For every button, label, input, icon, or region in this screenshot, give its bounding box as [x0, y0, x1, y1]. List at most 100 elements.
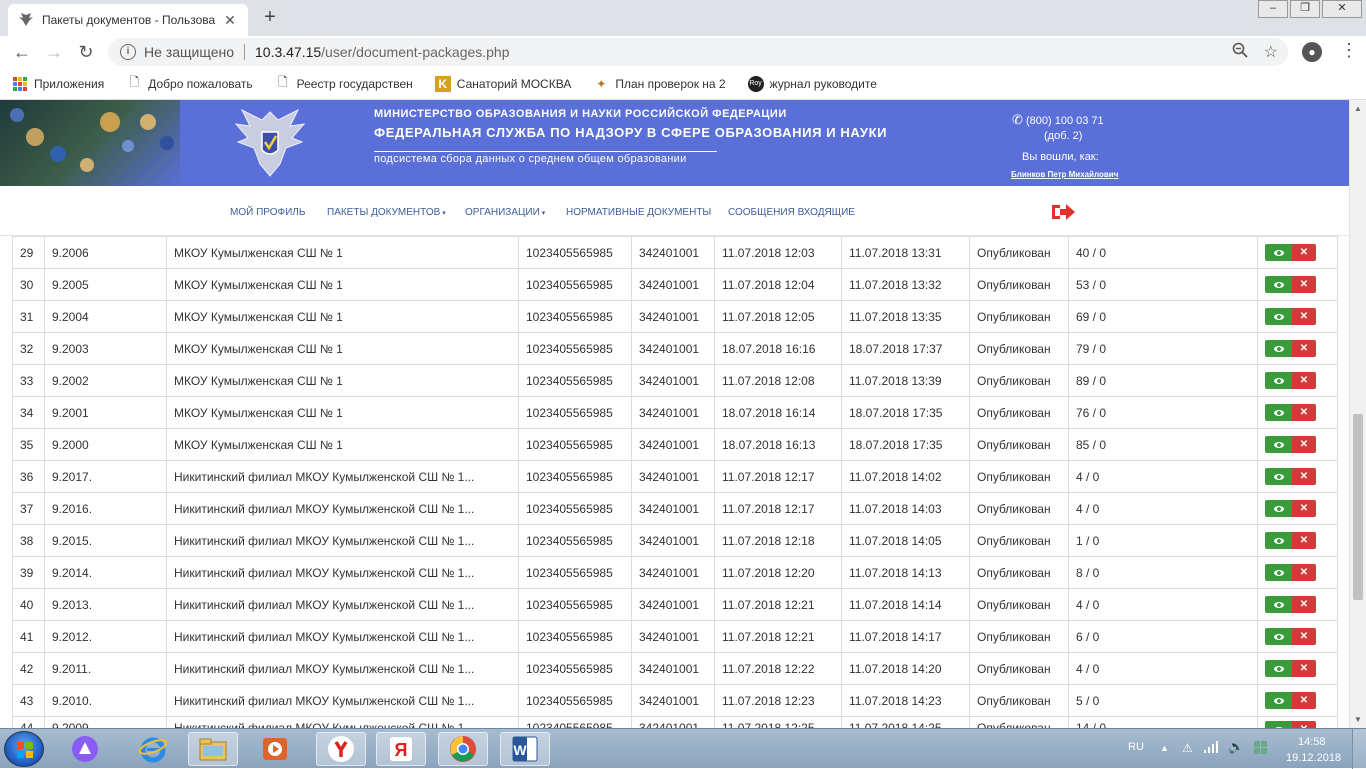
view-button[interactable]	[1265, 692, 1292, 709]
close-tab-icon[interactable]: ✕	[222, 12, 238, 29]
ogrn-cell: 1023405565985	[518, 364, 632, 397]
delete-button[interactable]: ✕	[1292, 308, 1316, 325]
view-button[interactable]	[1265, 500, 1292, 517]
view-button[interactable]	[1265, 436, 1292, 453]
ie-icon[interactable]	[128, 732, 178, 766]
nav-document-packages[interactable]: ПАКЕТЫ ДОКУМЕНТОВ ▾	[327, 207, 446, 218]
view-button[interactable]	[1265, 340, 1292, 357]
delete-button[interactable]: ✕	[1292, 532, 1316, 549]
media-icon[interactable]	[250, 732, 300, 766]
reload-button[interactable]: ↻	[70, 38, 102, 66]
action-group: ✕	[1265, 596, 1330, 613]
bookmark-welcome[interactable]: 🗋 Добро пожаловать	[126, 75, 252, 92]
scroll-down-icon[interactable]: ▼	[1354, 715, 1362, 724]
scroll-up-icon[interactable]: ▲	[1354, 104, 1362, 113]
delete-button[interactable]: ✕	[1292, 372, 1316, 389]
view-button[interactable]	[1265, 404, 1292, 421]
package-number-cell: 9.2017.	[44, 460, 167, 493]
ogrn-cell: 1023405565985	[518, 460, 632, 493]
delete-button[interactable]: ✕	[1292, 468, 1316, 485]
forward-button[interactable]: →	[38, 38, 70, 66]
minimize-button[interactable]: –	[1258, 0, 1288, 18]
explorer-icon[interactable]	[188, 732, 238, 766]
view-button[interactable]	[1265, 721, 1292, 728]
word-icon[interactable]: W	[500, 732, 550, 766]
back-button[interactable]: ←	[6, 38, 38, 66]
kpp-cell: 342401001	[631, 716, 715, 728]
ogrn-cell: 1023405565985	[518, 652, 632, 685]
view-button[interactable]	[1265, 628, 1292, 645]
view-button[interactable]	[1265, 276, 1292, 293]
status-cell: Опубликован	[969, 236, 1069, 269]
start-button[interactable]	[4, 731, 44, 767]
delete-button[interactable]: ✕	[1292, 340, 1316, 357]
status-cell: Опубликован	[969, 556, 1069, 589]
bookmark-plan[interactable]: ✦ План проверок на 2	[593, 76, 725, 92]
actions-cell: ✕	[1257, 652, 1338, 685]
view-button[interactable]	[1265, 468, 1292, 485]
view-button[interactable]	[1265, 596, 1292, 613]
page-scrollbar[interactable]: ▲ ▼	[1349, 100, 1366, 728]
flag-icon[interactable]	[1254, 741, 1268, 758]
delete-button[interactable]: ✕	[1292, 436, 1316, 453]
view-button[interactable]	[1265, 532, 1292, 549]
ogrn-cell: 1023405565985	[518, 684, 632, 717]
yandex-icon[interactable]: Я	[376, 732, 426, 766]
delete-button[interactable]: ✕	[1292, 276, 1316, 293]
network-error-icon[interactable]: ⚠	[1182, 741, 1193, 755]
actions-cell: ✕	[1257, 428, 1338, 461]
eye-icon	[1273, 281, 1284, 288]
bookmark-apps[interactable]: Приложения	[12, 76, 104, 92]
nav-incoming-messages[interactable]: СООБЩЕНИЯ ВХОДЯЩИЕ	[728, 207, 855, 218]
clock-date[interactable]: 19.12.2018	[1286, 752, 1341, 764]
delete-button[interactable]: ✕	[1292, 404, 1316, 421]
alice-icon[interactable]	[60, 732, 110, 766]
view-button[interactable]	[1265, 660, 1292, 677]
signal-icon[interactable]	[1204, 741, 1218, 756]
delete-button[interactable]: ✕	[1292, 500, 1316, 517]
zoom-icon[interactable]	[1232, 42, 1248, 63]
menu-icon[interactable]: ⋮	[1340, 40, 1358, 61]
row-number-cell: 33	[12, 364, 45, 397]
bookmark-sanatorium[interactable]: K Санаторий МОСКВА	[434, 75, 571, 92]
bookmark-star-icon[interactable]: ☆	[1264, 42, 1278, 63]
scrollbar-thumb[interactable]	[1353, 414, 1363, 600]
new-tab-button[interactable]: +	[258, 6, 282, 30]
nav-my-profile[interactable]: МОЙ ПРОФИЛЬ	[230, 207, 305, 218]
main-nav: МОЙ ПРОФИЛЬ ПАКЕТЫ ДОКУМЕНТОВ ▾ ОРГАНИЗА…	[0, 186, 1349, 236]
chrome-icon[interactable]	[438, 732, 488, 766]
view-button[interactable]	[1265, 308, 1292, 325]
browser-tab[interactable]: Пакеты документов - Пользова ✕	[8, 4, 248, 36]
organization-cell: МКОУ Кумылженская СШ № 1	[166, 268, 519, 301]
delete-button[interactable]: ✕	[1292, 721, 1316, 728]
info-icon[interactable]: i	[120, 44, 136, 60]
nav-organizations[interactable]: ОРГАНИЗАЦИИ ▾	[465, 207, 545, 218]
restore-button[interactable]: ❐	[1290, 0, 1320, 18]
tray-expand-icon[interactable]: ▲	[1160, 743, 1169, 753]
user-name-link[interactable]: Блинков Петр Михайлович	[1011, 170, 1118, 179]
delete-button[interactable]: ✕	[1292, 564, 1316, 581]
delete-button[interactable]: ✕	[1292, 596, 1316, 613]
delete-button[interactable]: ✕	[1292, 692, 1316, 709]
clock-time[interactable]: 14:58	[1298, 736, 1326, 748]
organization-cell: Никитинский филиал МКОУ Кумылженской СШ …	[166, 492, 519, 525]
eye-icon	[1273, 313, 1284, 320]
delete-button[interactable]: ✕	[1292, 628, 1316, 645]
phone-ext: (доб. 2)	[1044, 130, 1083, 142]
view-button[interactable]	[1265, 564, 1292, 581]
logout-icon[interactable]	[1050, 202, 1076, 222]
nav-normative-documents[interactable]: НОРМАТИВНЫЕ ДОКУМЕНТЫ	[566, 207, 711, 218]
show-desktop-button[interactable]	[1352, 729, 1366, 769]
delete-button[interactable]: ✕	[1292, 660, 1316, 677]
view-button[interactable]	[1265, 244, 1292, 261]
close-window-button[interactable]: ✕	[1322, 0, 1362, 18]
bookmark-journal[interactable]: Roy журнал руководите	[747, 75, 877, 92]
yandex-browser-icon[interactable]	[316, 732, 366, 766]
bookmark-registry[interactable]: 🗋 Реестр государствен	[275, 75, 413, 92]
delete-button[interactable]: ✕	[1292, 244, 1316, 261]
profile-avatar-icon[interactable]: ●	[1302, 42, 1322, 62]
volume-icon[interactable]: 🔈	[1228, 739, 1244, 755]
view-button[interactable]	[1265, 372, 1292, 389]
language-indicator[interactable]: RU	[1128, 741, 1144, 753]
address-bar[interactable]: i Не защищено 10.3.47.15 /user/document-…	[108, 38, 1288, 66]
